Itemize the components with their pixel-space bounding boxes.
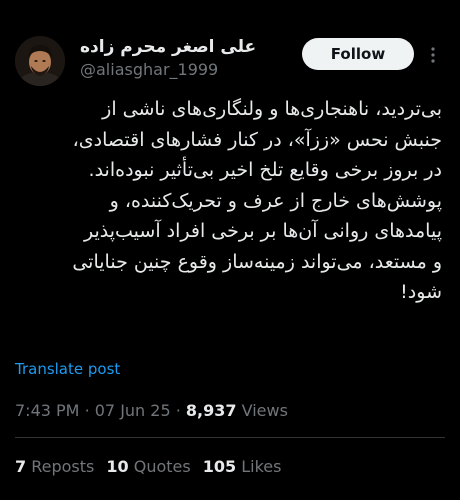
engagement-stats: 7 Reposts 10 Quotes 105 Likes — [15, 457, 281, 476]
likes-stat[interactable]: 105 Likes — [203, 457, 282, 476]
likes-label: Likes — [241, 457, 282, 476]
post-text-line: پیامدهای روانی آن‌ها بر برخی افراد آسیب‌… — [83, 220, 442, 242]
post-text-line: جنبش نحس «ززآ»، در کنار فشارهای اقتصادی، — [72, 128, 442, 151]
more-vertical-icon — [431, 47, 435, 63]
translate-post-link[interactable]: Translate post — [15, 360, 120, 378]
author-handle[interactable]: @aliasghar_1999 — [80, 60, 218, 79]
views-count: 8,937 — [185, 401, 237, 420]
post-metadata: 7:43 PM · 07 Jun 25 · 8,937 Views — [15, 401, 288, 420]
post-card: علی اصغر محرم زاده @aliasghar_1999 Follo… — [0, 0, 460, 500]
post-text-line: بی‌تردید، ناهنجاری‌ها و ولنگاری‌های ناشی… — [102, 98, 442, 120]
avatar[interactable] — [15, 36, 65, 86]
reposts-stat[interactable]: 7 Reposts — [15, 457, 94, 476]
post-date[interactable]: 07 Jun 25 — [95, 401, 171, 420]
avatar-photo — [15, 36, 65, 86]
follow-button[interactable]: Follow — [302, 38, 414, 70]
divider — [15, 437, 445, 438]
views-label: Views — [241, 401, 288, 420]
post-time[interactable]: 7:43 PM — [15, 401, 79, 420]
meta-separator: · — [84, 401, 90, 420]
likes-count: 105 — [202, 457, 237, 476]
post-text-line: شود! — [400, 281, 442, 303]
meta-separator: · — [175, 401, 181, 420]
post-text-line: در بروز برخی وقایع تلخ اخیر بی‌تأثیر نبو… — [88, 159, 442, 181]
post-text-line: پوشش‌های خارج از عرف و تحریک‌کننده، و — [109, 189, 442, 212]
reposts-count: 7 — [15, 457, 27, 476]
author-display-name[interactable]: علی اصغر محرم زاده — [80, 37, 256, 57]
post-text-line: و مستعد، می‌تواند زمینه‌ساز وقوع چنین جن… — [72, 250, 442, 273]
quotes-label: Quotes — [133, 457, 191, 476]
more-options-button[interactable] — [424, 44, 442, 66]
quotes-count: 10 — [106, 457, 129, 476]
reposts-label: Reposts — [31, 457, 95, 476]
post-text: بی‌تردید، ناهنجاری‌ها و ولنگاری‌های ناشی… — [14, 94, 442, 308]
quotes-stat[interactable]: 10 Quotes — [106, 457, 190, 476]
